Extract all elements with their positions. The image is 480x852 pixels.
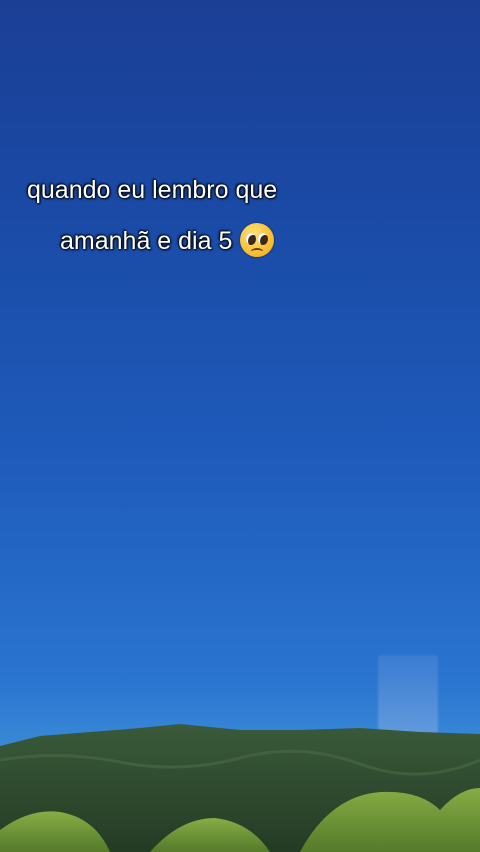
sky-scene: quando eu lembro que amanhã e dia 5: [0, 0, 480, 852]
pleading-face-icon: [240, 223, 275, 257]
caption-line-1: quando eu lembro que: [27, 176, 278, 204]
mountains: [0, 724, 480, 852]
caption-line-2-text: amanhã e dia 5: [60, 227, 233, 255]
caption-line-2: amanhã e dia 5: [60, 223, 275, 257]
